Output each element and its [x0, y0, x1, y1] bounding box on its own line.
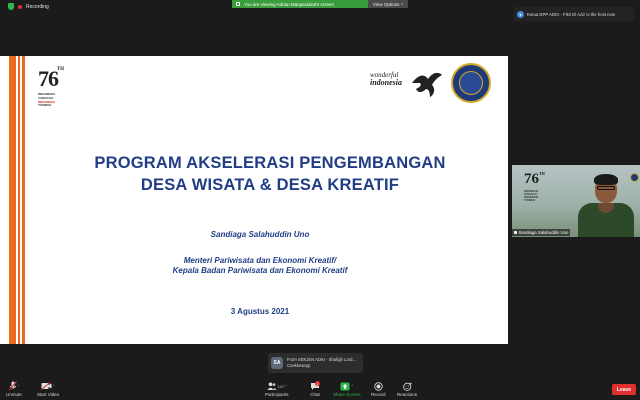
- participant-name-text: Sandiaga Salahuddin Uno: [518, 230, 569, 235]
- meeting-toolbar: [0, 378, 640, 400]
- share-banner-text-area: You are viewing Adrian Manparakrat's scr…: [232, 0, 368, 8]
- shield-icon: [8, 3, 14, 10]
- tagline-line: TUMBUH: [38, 103, 52, 108]
- screen-share-banner: You are viewing Adrian Manparakrat's scr…: [232, 0, 408, 8]
- leave-button[interactable]: Leave: [612, 384, 636, 395]
- orange-stripe: [22, 56, 25, 344]
- chat-badge: 1: [315, 381, 320, 386]
- chat-message-toast[interactable]: SA From SEKJEN ADKI - Shafigh Lord... Co…: [268, 353, 363, 373]
- garuda-bird-icon: [412, 72, 442, 97]
- chevron-up-icon[interactable]: ^: [53, 384, 55, 388]
- anniversary-logo: 76 TH INDONESIA TANGGUH INDONESIA TUMBUH: [38, 66, 64, 108]
- host-notification-text: Ketua DPP ADKI - Fikri El Aziz is the ho…: [527, 11, 616, 17]
- host-notification: ● Ketua DPP ADKI - Fikri El Aziz is the …: [514, 7, 634, 21]
- unmute-label: Unmute: [6, 392, 22, 397]
- participant-hair: [594, 174, 618, 185]
- recording-indicator[interactable]: Recording: [8, 3, 49, 10]
- video-logo-tagline: INDONESIA TANGGUH INDONESIA TUMBUH: [524, 190, 538, 202]
- reactions-button[interactable]: Reactions: [397, 381, 417, 397]
- participants-icon: [267, 382, 277, 390]
- orange-stripe: [9, 56, 16, 344]
- microphone-muted-icon: [8, 381, 17, 391]
- ministry-seal-icon: [451, 63, 491, 103]
- avatar: SA: [271, 357, 283, 369]
- share-screen-label: Share Screen: [333, 392, 361, 397]
- slide-speaker-name: Sandiaga Salahuddin Uno: [210, 230, 310, 239]
- video-logo-superscript: TH: [539, 171, 545, 176]
- chevron-up-icon[interactable]: ^: [285, 384, 287, 388]
- recording-label: Recording: [26, 3, 49, 10]
- participants-label: Participants: [265, 392, 289, 397]
- chevron-up-icon[interactable]: ^: [18, 384, 20, 388]
- unmute-button[interactable]: ^ Unmute: [6, 381, 22, 397]
- video-camera-off-icon: [41, 382, 52, 390]
- chat-label: Chat: [310, 392, 320, 397]
- seal-inner: [459, 71, 483, 95]
- screen-share-icon: [236, 2, 240, 6]
- zoom-meeting-window: Recording You are viewing Adrian Manpara…: [0, 0, 640, 400]
- chevron-down-icon: ▾: [401, 2, 404, 6]
- user-icon: ●: [517, 10, 524, 18]
- record-label: Record: [371, 392, 386, 397]
- video-logo-number: 76: [524, 171, 539, 187]
- anniversary-number: 76 TH: [38, 66, 64, 92]
- chat-toast-message: Coekkesepp: [287, 363, 311, 368]
- anniversary-number-text: 76: [38, 66, 59, 91]
- reactions-label: Reactions: [397, 392, 418, 397]
- start-video-label: Start Video: [37, 392, 60, 397]
- slide-role-line-1: Menteri Pariwisata dan Ekonomi Kreatif/: [183, 256, 337, 265]
- chevron-up-icon[interactable]: ^: [351, 384, 353, 388]
- chat-toast-text: From SEKJEN ADKI - Shafigh Lord... Coekk…: [287, 357, 356, 369]
- view-options-label: View Options: [372, 1, 400, 7]
- anniversary-superscript: TH: [56, 67, 64, 72]
- microphone-icon: [514, 230, 517, 235]
- chat-button[interactable]: 1 Chat: [310, 381, 320, 397]
- video-tagline-line: TUMBUH: [524, 199, 536, 202]
- slide-title-line-1: PROGRAM AKSELERASI PENGEMBANGAN: [94, 154, 446, 172]
- participant-video-tile[interactable]: 76TH INDONESIA TANGGUH INDONESIA TUMBUH …: [512, 165, 640, 237]
- participants-button[interactable]: 147 ^ Participants: [265, 381, 289, 397]
- smiley-plus-icon: [402, 382, 412, 391]
- participants-count: 147: [277, 383, 285, 389]
- share-screen-button[interactable]: ^ Share Screen: [333, 381, 361, 397]
- slide-date: 3 Agustus 2021: [230, 307, 290, 316]
- share-screen-icon: [340, 382, 350, 390]
- view-options-button[interactable]: View Options ▾: [368, 0, 408, 8]
- video-anniversary-logo: 76TH: [524, 171, 545, 188]
- brand-bottom-text: indonesia: [370, 78, 403, 87]
- orange-stripe: [18, 56, 20, 344]
- record-icon: [374, 381, 383, 391]
- slide-role-line-2: Kepala Badan Pariwisata dan Ekonomi Krea…: [172, 266, 348, 275]
- recording-dot-icon: [18, 4, 22, 9]
- wonderful-indonesia-logo: wonderful indonesia: [370, 71, 402, 87]
- participant-name-label: Sandiaga Salahuddin Uno: [512, 229, 571, 236]
- slide-title-line-2: DESA WISATA & DESA KREATIF: [140, 176, 400, 194]
- share-banner-text: You are viewing Adrian Manparakrat's scr…: [244, 1, 334, 7]
- start-video-button[interactable]: ^ Start Video: [37, 381, 59, 397]
- video-seal-icon: [630, 173, 639, 182]
- anniversary-tagline: INDONESIA TANGGUH INDONESIA TUMBUH: [38, 92, 58, 108]
- participant-glasses: [597, 186, 615, 190]
- shared-slide: 76 TH INDONESIA TANGGUH INDONESIA TUMBUH…: [0, 56, 508, 344]
- record-button[interactable]: Record: [371, 381, 386, 397]
